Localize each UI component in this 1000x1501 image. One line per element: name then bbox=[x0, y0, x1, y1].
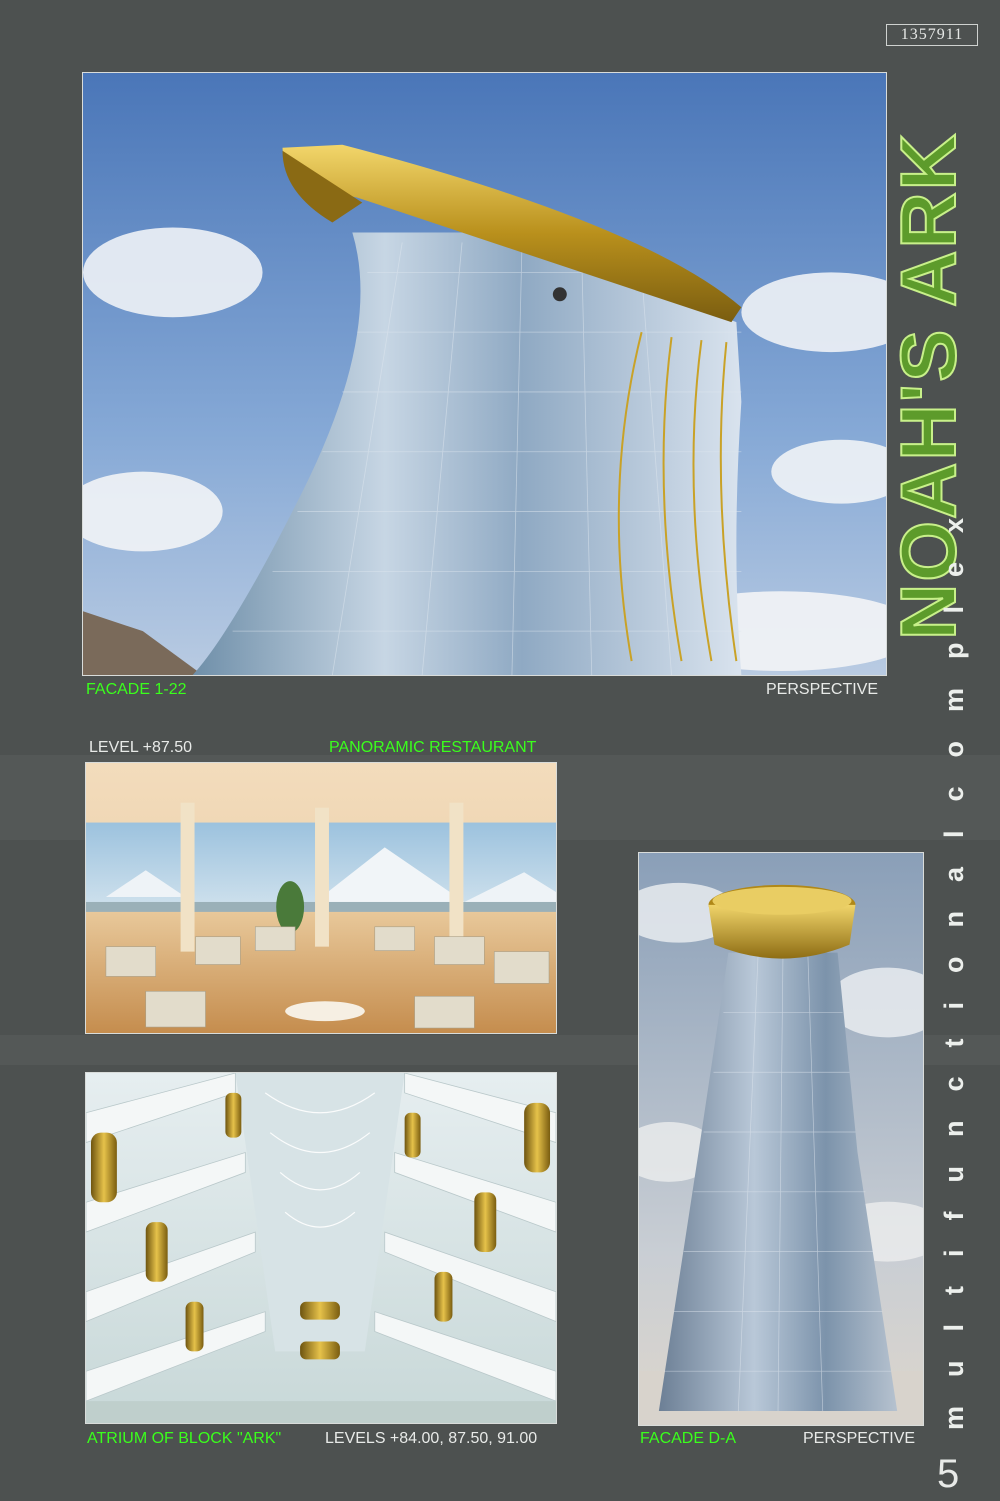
subtitle-part-1: complex bbox=[939, 488, 969, 802]
restaurant-caption-left: LEVEL +87.50 bbox=[89, 739, 193, 756]
subtitle-part-2: multifunctional bbox=[939, 801, 969, 1430]
atrium-caption-right: LEVELS +84.00, 87.50, 91.00 bbox=[325, 1430, 538, 1447]
atrium-render bbox=[85, 1072, 557, 1424]
facade-side-render bbox=[638, 852, 924, 1426]
facade-main-caption-left: FACADE 1-22 bbox=[86, 681, 187, 698]
page-number: 5 bbox=[937, 1452, 960, 1496]
atrium-caption-left: ATRIUM OF BLOCK "ARK" bbox=[87, 1430, 282, 1447]
restaurant-caption-right: PANORAMIC RESTAURANT bbox=[329, 739, 537, 756]
facade-main-caption-right: PERSPECTIVE bbox=[766, 681, 879, 698]
project-subtitle: multifunctionalcomplex bbox=[932, 190, 976, 1430]
facade-side-caption-right: PERSPECTIVE bbox=[803, 1430, 916, 1447]
restaurant-render bbox=[85, 762, 557, 1034]
drawing-code: 1357911 bbox=[886, 24, 978, 46]
facade-side-caption-left: FACADE D-A bbox=[640, 1430, 737, 1447]
facade-main-render bbox=[82, 72, 887, 676]
